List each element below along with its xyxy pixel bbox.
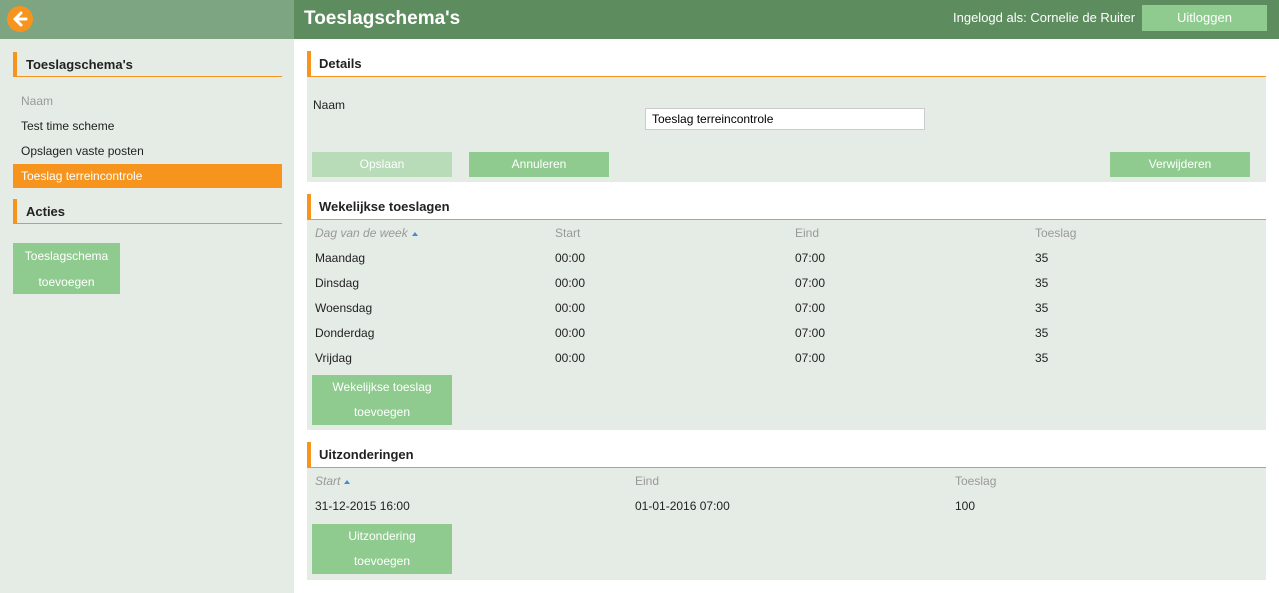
weekly-cell-start: 00:00 [555, 276, 586, 290]
weekly-cell-end: 07:00 [795, 251, 826, 265]
logout-button[interactable]: Uitloggen [1142, 5, 1267, 31]
add-weekly-surcharge-button[interactable]: Wekelijkse toeslag toevoegen [312, 375, 452, 425]
col-header-start[interactable]: Start [555, 226, 580, 240]
exceptions-title: Uitzonderingen [307, 442, 1266, 468]
weekly-cell-surcharge: 35 [1035, 326, 1049, 340]
weekly-cell-day: Dinsdag [315, 276, 360, 290]
weekly-panel: Wekelijkse toeslagen Dag van de week Sta… [307, 194, 1266, 430]
exception-cell-surcharge: 100 [955, 499, 976, 513]
topbar-left [0, 0, 294, 39]
sidebar-item-opslagen-vaste-posten[interactable]: Opslagen vaste posten [13, 139, 282, 163]
sidebar-title: Toeslagschema's [13, 52, 282, 77]
add-surcharge-scheme-line1: Toeslagschema [24, 249, 109, 263]
sidebar: Toeslagschema's Naam Test time scheme Op… [0, 39, 294, 593]
weekly-cell-start: 00:00 [555, 351, 586, 365]
details-title: Details [307, 51, 1266, 77]
sidebar-item-test-time-scheme[interactable]: Test time scheme [13, 114, 282, 138]
add-weekly-surcharge-line2: toevoegen [353, 405, 411, 419]
weekly-cell-day: Vrijdag [315, 351, 352, 365]
weekly-cell-end: 07:00 [795, 351, 826, 365]
weekly-cell-end: 07:00 [795, 326, 826, 340]
delete-button[interactable]: Verwijderen [1110, 152, 1250, 177]
weekly-cell-day: Maandag [315, 251, 366, 265]
col-header-exc-start-label: Start [315, 474, 341, 488]
sidebar-actions-title: Acties [13, 199, 282, 224]
col-header-end[interactable]: Eind [795, 226, 819, 240]
cancel-button[interactable]: Annuleren [469, 152, 609, 177]
sort-asc-icon [411, 231, 418, 236]
col-header-day-label: Dag van de week [315, 226, 408, 240]
col-header-exc-start[interactable]: Start [315, 474, 351, 488]
weekly-cell-surcharge: 35 [1035, 276, 1049, 290]
logged-in-user: Ingelogd als: Cornelie de Ruiter [953, 10, 1136, 25]
weekly-cell-start: 00:00 [555, 326, 586, 340]
add-exception-button[interactable]: Uitzondering toevoegen [312, 524, 452, 574]
add-surcharge-scheme-button[interactable]: Toeslagschema toevoegen [13, 243, 120, 294]
weekly-cell-start: 00:00 [555, 251, 586, 265]
page-title: Toeslagschema's [304, 8, 461, 29]
back-button[interactable] [7, 6, 33, 32]
exceptions-panel: Uitzonderingen Start Eind Toeslag 31-12-… [307, 442, 1266, 580]
add-weekly-surcharge-line1: Wekelijkse toeslag [332, 380, 432, 394]
weekly-cell-day: Woensdag [315, 301, 373, 315]
save-button[interactable]: Opslaan [312, 152, 452, 177]
sidebar-item-toeslag-terreincontrole[interactable]: Toeslag terreincontrole [13, 164, 282, 188]
weekly-cell-day: Donderdag [315, 326, 375, 340]
weekly-cell-surcharge: 35 [1035, 301, 1049, 315]
weekly-cell-surcharge: 35 [1035, 251, 1049, 265]
weekly-cell-surcharge: 35 [1035, 351, 1049, 365]
col-header-day[interactable]: Dag van de week [315, 226, 418, 240]
weekly-cell-end: 07:00 [795, 301, 826, 315]
exception-cell-end: 01-01-2016 07:00 [635, 499, 730, 513]
name-field[interactable] [645, 108, 925, 130]
arrow-left-icon [13, 11, 28, 27]
sidebar-item-naam: Naam [21, 94, 54, 108]
sort-asc-icon [344, 479, 351, 484]
col-header-exc-end[interactable]: Eind [635, 474, 659, 488]
details-panel: Details Naam Opslaan Annuleren Verwijder… [307, 51, 1266, 182]
name-label: Naam [313, 98, 346, 112]
col-header-surcharge[interactable]: Toeslag [1035, 226, 1076, 240]
add-exception-line1: Uitzondering [348, 529, 416, 543]
exception-cell-start: 31-12-2015 16:00 [315, 499, 410, 513]
weekly-cell-start: 00:00 [555, 301, 586, 315]
weekly-title: Wekelijkse toeslagen [307, 194, 1266, 220]
add-surcharge-scheme-line2: toevoegen [38, 275, 95, 289]
add-exception-line2: toevoegen [353, 554, 411, 568]
weekly-cell-end: 07:00 [795, 276, 826, 290]
col-header-exc-surcharge[interactable]: Toeslag [955, 474, 996, 488]
